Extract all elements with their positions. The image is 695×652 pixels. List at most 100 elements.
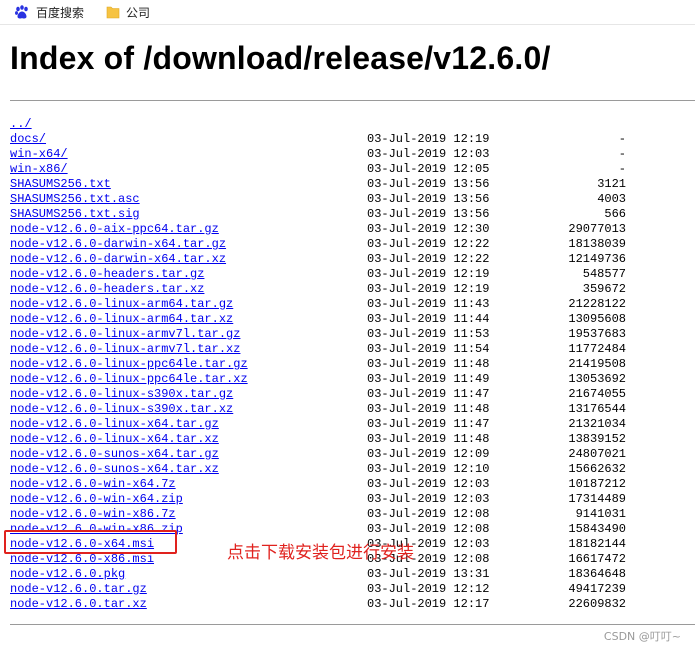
file-date: 03-Jul-2019 12:08 bbox=[367, 522, 490, 536]
file-link[interactable]: node-v12.6.0-win-x64.zip bbox=[10, 492, 183, 507]
bookmarks-bar: 百度搜索 公司 bbox=[0, 0, 695, 25]
file-size: 18138039 bbox=[568, 237, 626, 251]
file-date: 03-Jul-2019 11:54 bbox=[367, 342, 490, 356]
file-size: - bbox=[618, 132, 626, 146]
file-link[interactable]: win-x86/ bbox=[10, 162, 68, 177]
file-link[interactable]: node-v12.6.0-aix-ppc64.tar.gz bbox=[10, 222, 219, 237]
table-row: node-v12.6.0-darwin-x64.tar.xz 03-Jul-201… bbox=[10, 252, 695, 267]
file-link[interactable]: SHASUMS256.txt.asc bbox=[10, 192, 140, 207]
file-link[interactable]: node-v12.6.0-sunos-x64.tar.xz bbox=[10, 462, 219, 477]
file-size: - bbox=[618, 162, 626, 176]
file-size: 13176544 bbox=[568, 402, 626, 416]
file-size: 22609832 bbox=[568, 597, 626, 611]
file-size: 15662632 bbox=[568, 462, 626, 476]
table-row: node-v12.6.0-win-x64.zip 03-Jul-2019 12:0… bbox=[10, 492, 695, 507]
file-size: 359672 bbox=[582, 282, 626, 296]
file-size: 49417239 bbox=[568, 582, 626, 596]
file-date: 03-Jul-2019 12:05 bbox=[367, 162, 490, 176]
table-row: node-v12.6.0-win-x86.7z 03-Jul-2019 12:08… bbox=[10, 507, 695, 522]
table-row: ../ bbox=[10, 117, 695, 132]
file-date: 03-Jul-2019 11:48 bbox=[367, 402, 490, 416]
table-row: node-v12.6.0-linux-ppc64le.tar.gz 03-Jul-… bbox=[10, 357, 695, 372]
table-row: node-v12.6.0-linux-armv7l.tar.xz 03-Jul-2… bbox=[10, 342, 695, 357]
file-size: 15843490 bbox=[568, 522, 626, 536]
bookmark-label: 百度搜索 bbox=[36, 5, 85, 20]
file-date: 03-Jul-2019 13:56 bbox=[367, 177, 490, 191]
file-link[interactable]: node-v12.6.0-linux-arm64.tar.xz bbox=[10, 312, 233, 327]
file-link[interactable]: node-v12.6.0-linux-ppc64le.tar.gz bbox=[10, 357, 248, 372]
file-link[interactable]: node-v12.6.0-x86.msi bbox=[10, 552, 154, 567]
file-link[interactable]: node-v12.6.0-headers.tar.gz bbox=[10, 267, 204, 282]
file-link[interactable]: node-v12.6.0.tar.xz bbox=[10, 597, 147, 612]
page-title: Index of /download/release/v12.6.0/ bbox=[10, 40, 551, 76]
file-link[interactable]: node-v12.6.0-headers.tar.xz bbox=[10, 282, 204, 297]
file-link[interactable]: node-v12.6.0-win-x86.7z bbox=[10, 507, 176, 522]
file-link[interactable]: node-v12.6.0-linux-arm64.tar.gz bbox=[10, 297, 233, 312]
file-link[interactable]: win-x64/ bbox=[10, 147, 68, 162]
file-date: 03-Jul-2019 11:53 bbox=[367, 327, 490, 341]
file-date: 03-Jul-2019 11:48 bbox=[367, 357, 490, 371]
table-row: node-v12.6.0-linux-arm64.tar.gz 03-Jul-20… bbox=[10, 297, 695, 312]
table-row: SHASUMS256.txt.sig 03-Jul-2019 13:56 566 bbox=[10, 207, 695, 222]
file-size: 13839152 bbox=[568, 432, 626, 446]
file-date: 03-Jul-2019 12:19 bbox=[367, 282, 490, 296]
file-date: 03-Jul-2019 12:17 bbox=[367, 597, 490, 611]
file-link[interactable]: node-v12.6.0-linux-armv7l.tar.xz bbox=[10, 342, 240, 357]
file-size: 13053692 bbox=[568, 372, 626, 386]
file-date: 03-Jul-2019 12:12 bbox=[367, 582, 490, 596]
table-row: node-v12.6.0-linux-armv7l.tar.gz 03-Jul-2… bbox=[10, 327, 695, 342]
file-size: 19537683 bbox=[568, 327, 626, 341]
table-row: SHASUMS256.txt 03-Jul-2019 13:56 3121 bbox=[10, 177, 695, 192]
file-link[interactable]: SHASUMS256.txt bbox=[10, 177, 111, 192]
bookmark-label: 公司 bbox=[126, 5, 151, 20]
table-row: node-v12.6.0-headers.tar.gz 03-Jul-2019 1… bbox=[10, 267, 695, 282]
file-link[interactable]: node-v12.6.0-darwin-x64.tar.xz bbox=[10, 252, 226, 267]
bookmark-company[interactable]: 公司 bbox=[106, 4, 150, 20]
file-link[interactable]: node-v12.6.0-linux-ppc64le.tar.xz bbox=[10, 372, 248, 387]
file-size: 29077013 bbox=[568, 222, 626, 236]
file-link[interactable]: node-v12.6.0-sunos-x64.tar.gz bbox=[10, 447, 219, 462]
table-row: node-v12.6.0.tar.xz 03-Jul-2019 12:17 2260… bbox=[10, 597, 695, 612]
file-link[interactable]: ../ bbox=[10, 117, 32, 132]
file-size: 566 bbox=[604, 207, 626, 221]
table-row: node-v12.6.0-aix-ppc64.tar.gz 03-Jul-2019… bbox=[10, 222, 695, 237]
file-date: 03-Jul-2019 12:22 bbox=[367, 237, 490, 251]
file-date: 03-Jul-2019 12:09 bbox=[367, 447, 490, 461]
file-date: 03-Jul-2019 12:22 bbox=[367, 252, 490, 266]
top-divider bbox=[10, 100, 695, 101]
folder-icon bbox=[106, 4, 120, 20]
file-size: 21674055 bbox=[568, 387, 626, 401]
highlight-box bbox=[4, 530, 177, 554]
file-date: 03-Jul-2019 12:08 bbox=[367, 507, 490, 521]
table-row: node-v12.6.0-linux-x64.tar.gz 03-Jul-2019… bbox=[10, 417, 695, 432]
table-row: node-v12.6.0.tar.gz 03-Jul-2019 12:12 4941… bbox=[10, 582, 695, 597]
file-link[interactable]: node-v12.6.0-linux-s390x.tar.gz bbox=[10, 387, 233, 402]
file-link[interactable]: docs/ bbox=[10, 132, 46, 147]
file-link[interactable]: node-v12.6.0-linux-s390x.tar.xz bbox=[10, 402, 233, 417]
file-link[interactable]: node-v12.6.0-linux-x64.tar.gz bbox=[10, 417, 219, 432]
table-row: node-v12.6.0.pkg 03-Jul-2019 13:31 1836464… bbox=[10, 567, 695, 582]
file-size: 18182144 bbox=[568, 537, 626, 551]
file-link[interactable]: node-v12.6.0-linux-x64.tar.xz bbox=[10, 432, 219, 447]
file-date: 03-Jul-2019 12:30 bbox=[367, 222, 490, 236]
bookmark-baidu[interactable]: 百度搜索 bbox=[14, 4, 84, 20]
table-row: node-v12.6.0-sunos-x64.tar.gz 03-Jul-2019… bbox=[10, 447, 695, 462]
file-date: 03-Jul-2019 11:48 bbox=[367, 432, 490, 446]
file-link[interactable]: node-v12.6.0-win-x64.7z bbox=[10, 477, 176, 492]
file-size: 16617472 bbox=[568, 552, 626, 566]
file-link[interactable]: SHASUMS256.txt.sig bbox=[10, 207, 140, 222]
file-link[interactable]: node-v12.6.0-darwin-x64.tar.gz bbox=[10, 237, 226, 252]
csdn-watermark: CSDN @叮叮~ bbox=[603, 630, 681, 643]
file-size: 17314489 bbox=[568, 492, 626, 506]
file-size: 3121 bbox=[597, 177, 626, 191]
table-row: docs/03-Jul-2019 12:19 - bbox=[10, 132, 695, 147]
file-size: 21228122 bbox=[568, 297, 626, 311]
bottom-divider bbox=[10, 624, 695, 625]
table-row: node-v12.6.0-win-x64.7z 03-Jul-2019 12:03… bbox=[10, 477, 695, 492]
file-link[interactable]: node-v12.6.0.pkg bbox=[10, 567, 125, 582]
file-link[interactable]: node-v12.6.0-linux-armv7l.tar.gz bbox=[10, 327, 240, 342]
table-row: node-v12.6.0-linux-arm64.tar.xz 03-Jul-20… bbox=[10, 312, 695, 327]
file-link[interactable]: node-v12.6.0.tar.gz bbox=[10, 582, 147, 597]
file-date: 03-Jul-2019 12:03 bbox=[367, 492, 490, 506]
table-row: node-v12.6.0-darwin-x64.tar.gz 03-Jul-201… bbox=[10, 237, 695, 252]
